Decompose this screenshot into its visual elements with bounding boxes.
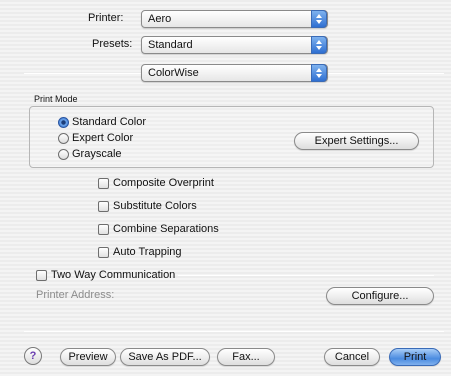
radio-grayscale[interactable]: [58, 149, 69, 160]
popup-arrows-icon: [311, 10, 327, 28]
panel-popup[interactable]: ColorWise: [141, 64, 328, 82]
popup-arrows-icon: [311, 36, 327, 54]
substitute-colors-checkbox[interactable]: [98, 201, 109, 212]
footer-separator: [24, 331, 444, 332]
composite-overprint-checkbox[interactable]: [98, 178, 109, 189]
printer-label: Printer:: [88, 12, 124, 24]
popup-arrows-icon: [311, 64, 327, 82]
help-icon[interactable]: ?: [24, 347, 42, 365]
save-as-pdf-button[interactable]: Save As PDF...: [120, 348, 210, 366]
checkbox-label: Auto Trapping: [113, 246, 182, 258]
checkbox-label: Combine Separations: [113, 223, 219, 235]
presets-popup[interactable]: Standard: [141, 36, 328, 54]
configure-button[interactable]: Configure...: [326, 287, 434, 305]
radio-expert-color[interactable]: [58, 133, 69, 144]
radio-standard-color[interactable]: [58, 117, 69, 128]
two-way-communication-checkbox[interactable]: [36, 270, 47, 281]
fax-button[interactable]: Fax...: [217, 348, 275, 366]
auto-trapping-checkbox[interactable]: [98, 247, 109, 258]
two-way-communication-label: Two Way Communication: [51, 269, 176, 281]
presets-label: Presets:: [92, 38, 133, 50]
print-button[interactable]: Print: [389, 348, 441, 366]
combine-separations-checkbox[interactable]: [98, 224, 109, 235]
expert-settings-button[interactable]: Expert Settings...: [294, 132, 419, 150]
radio-label: Grayscale: [72, 148, 122, 160]
radio-label: Expert Color: [72, 132, 134, 144]
checkbox-label: Composite Overprint: [113, 177, 214, 189]
two-way-separator: [178, 275, 434, 276]
printer-value: Aero: [148, 13, 172, 25]
panel-value: ColorWise: [148, 67, 199, 79]
print-mode-title: Print Mode: [34, 94, 78, 104]
radio-label: Standard Color: [72, 116, 146, 128]
printer-address-label: Printer Address:: [36, 289, 115, 301]
checkbox-label: Substitute Colors: [113, 200, 197, 212]
cancel-button[interactable]: Cancel: [324, 348, 380, 366]
preview-button[interactable]: Preview: [60, 348, 116, 366]
printer-popup[interactable]: Aero: [141, 10, 328, 28]
presets-value: Standard: [148, 39, 193, 51]
